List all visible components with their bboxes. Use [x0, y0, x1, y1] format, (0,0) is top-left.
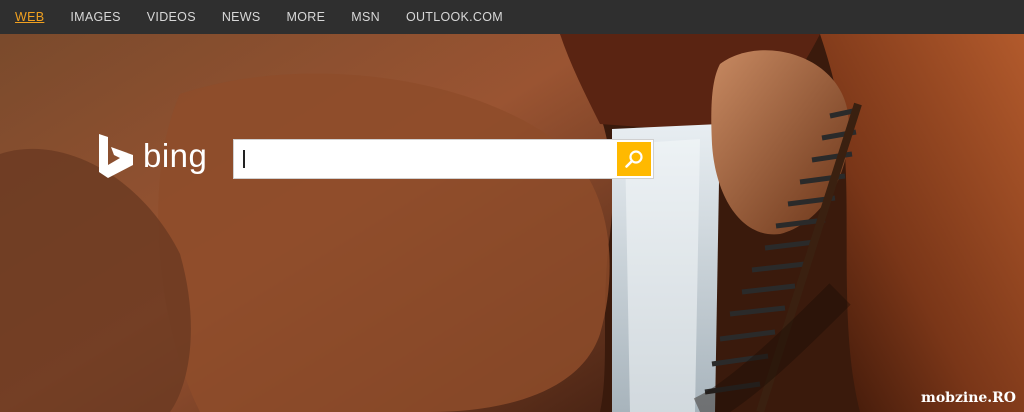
search-input[interactable] [234, 140, 624, 180]
nav-msn[interactable]: MSN [351, 10, 380, 24]
bing-wordmark: bing [143, 137, 208, 174]
nav-videos[interactable]: VIDEOS [147, 10, 196, 24]
nav-images[interactable]: IMAGES [70, 10, 120, 24]
watermark-text: mobzine.RO [921, 390, 1016, 406]
background-image [0, 34, 1024, 412]
search-box[interactable] [233, 139, 654, 180]
nav-news[interactable]: NEWS [222, 10, 261, 24]
bing-logo[interactable]: bing [97, 134, 207, 178]
nav-web[interactable]: WEB [15, 10, 44, 24]
nav-outlook[interactable]: OUTLOOK.COM [406, 10, 503, 24]
search-icon [625, 150, 643, 168]
canyon-scene [0, 34, 1024, 412]
text-cursor [243, 150, 245, 168]
top-navigation: WEB IMAGES VIDEOS NEWS MORE MSN OUTLOOK.… [0, 0, 1024, 34]
search-button[interactable] [617, 142, 651, 176]
bing-b-icon [99, 134, 133, 178]
nav-more[interactable]: MORE [287, 10, 326, 24]
